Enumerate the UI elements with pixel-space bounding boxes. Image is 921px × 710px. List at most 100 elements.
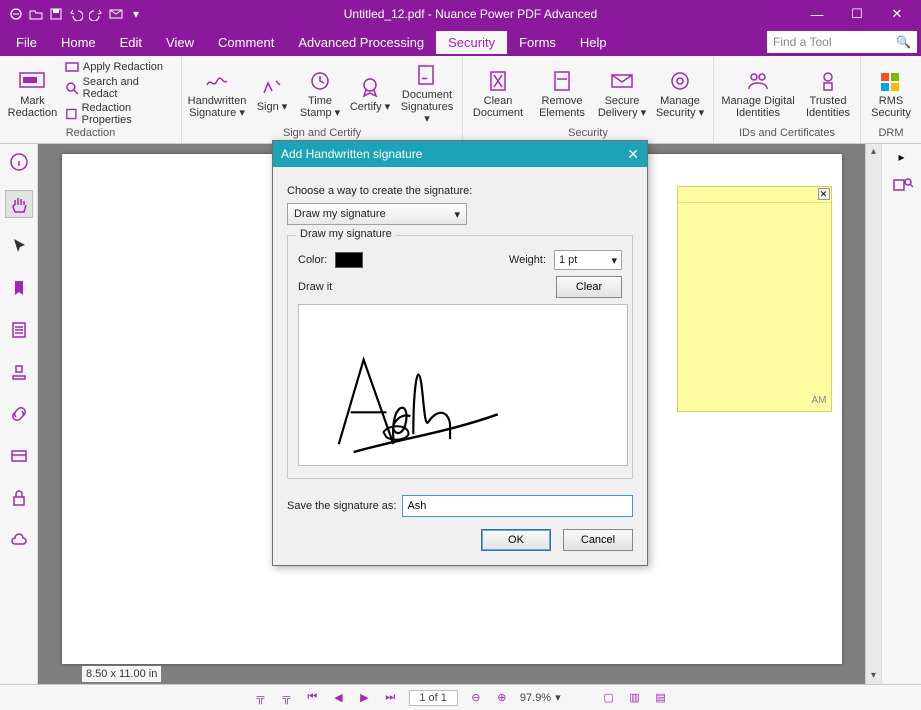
- statusbar: ╦ ╦ ⏮ ◀ ▶ ⏭ 1 of 1 ⊖ ⊕ 97.9% ▾ ▢ ▥ ▤: [0, 684, 921, 710]
- signature-method-select[interactable]: Draw my signature ▾: [287, 203, 467, 225]
- draw-signature-group: Draw my signature Color: Weight: 1 pt▾ D…: [287, 235, 633, 479]
- chevron-down-icon: ▾: [611, 254, 617, 267]
- choose-way-label: Choose a way to create the signature:: [287, 185, 633, 197]
- thumb-view2-icon[interactable]: ╦: [278, 690, 294, 706]
- right-toolbar: ▸: [881, 144, 921, 684]
- find-tool-input[interactable]: Find a Tool 🔍: [767, 31, 917, 53]
- group-legend: Draw my signature: [296, 228, 396, 240]
- scroll-down-icon[interactable]: ▾: [866, 668, 881, 684]
- search-redact-button[interactable]: Search and Redact: [65, 76, 175, 100]
- undo-icon[interactable]: [68, 6, 84, 22]
- ribbon-group-security: Security: [469, 127, 707, 141]
- color-picker[interactable]: [335, 252, 363, 268]
- handwritten-signature-button[interactable]: Handwritten Signature ▾: [188, 67, 246, 119]
- chevron-down-icon: ▾: [454, 208, 460, 221]
- redo-icon[interactable]: [88, 6, 104, 22]
- trusted-identities-button[interactable]: Trusted Identities: [802, 67, 854, 119]
- vertical-scrollbar[interactable]: ▴ ▾: [865, 144, 881, 684]
- apply-redaction-button[interactable]: Apply Redaction: [65, 60, 163, 74]
- sign-button[interactable]: Sign ▾: [252, 73, 292, 113]
- view-mode3-icon[interactable]: ▤: [653, 690, 669, 706]
- panel-search-icon[interactable]: [891, 174, 913, 196]
- sticky-note[interactable]: ✕ AM: [677, 186, 832, 412]
- manage-identities-button[interactable]: Manage Digital Identities: [720, 67, 796, 119]
- bookmark-tool-icon[interactable]: [5, 274, 33, 302]
- weight-select[interactable]: 1 pt▾: [554, 250, 622, 270]
- right-expand-icon[interactable]: ▸: [898, 150, 904, 164]
- page-tool-icon[interactable]: [5, 316, 33, 344]
- clean-document-button[interactable]: Clean Document: [469, 67, 527, 119]
- cancel-button[interactable]: Cancel: [563, 529, 633, 551]
- titlebar: ▾ Untitled_12.pdf - Nuance Power PDF Adv…: [0, 0, 921, 28]
- ribbon: Mark Redaction Apply Redaction Search an…: [0, 56, 921, 144]
- dialog-close-icon[interactable]: ✕: [627, 146, 639, 163]
- menu-advanced[interactable]: Advanced Processing: [286, 31, 436, 54]
- next-page-icon[interactable]: ▶: [356, 690, 372, 706]
- dialog-title: Add Handwritten signature: [281, 147, 422, 161]
- signature-canvas[interactable]: [298, 304, 628, 466]
- lock-tool-icon[interactable]: [5, 484, 33, 512]
- secure-delivery-button[interactable]: Secure Delivery ▾: [597, 67, 647, 119]
- close-button[interactable]: ✕: [877, 1, 917, 27]
- zoom-out-icon[interactable]: ⊖: [468, 690, 484, 706]
- minimize-button[interactable]: —: [797, 1, 837, 27]
- search-icon: 🔍: [896, 35, 911, 49]
- ribbon-group-sign: Sign and Certify: [188, 127, 456, 141]
- zoom-level[interactable]: 97.9% ▾: [520, 691, 561, 704]
- save-as-label: Save the signature as:: [287, 500, 396, 512]
- find-tool-placeholder: Find a Tool: [773, 35, 831, 49]
- cloud-tool-icon[interactable]: [5, 526, 33, 554]
- redaction-props-button[interactable]: Redaction Properties: [65, 102, 175, 126]
- mail-icon[interactable]: [108, 6, 124, 22]
- rms-security-button[interactable]: RMS Security: [867, 67, 915, 119]
- note-close-icon[interactable]: ✕: [818, 188, 830, 200]
- save-icon[interactable]: [48, 6, 64, 22]
- manage-security-button[interactable]: Manage Security ▾: [653, 67, 707, 119]
- info-tool-icon[interactable]: [5, 148, 33, 176]
- timestamp-button[interactable]: Time Stamp ▾: [298, 67, 342, 119]
- menu-forms[interactable]: Forms: [507, 31, 568, 54]
- qat-dropdown-icon[interactable]: ▾: [128, 6, 144, 22]
- certify-button[interactable]: Certify ▾: [348, 73, 392, 113]
- ok-button[interactable]: OK: [481, 529, 551, 551]
- menu-file[interactable]: File: [4, 31, 49, 54]
- page-dimensions: 8.50 x 11.00 in: [82, 666, 161, 682]
- dialog-titlebar[interactable]: Add Handwritten signature ✕: [273, 141, 647, 167]
- menu-home[interactable]: Home: [49, 31, 108, 54]
- drawit-label: Draw it: [298, 281, 332, 293]
- menu-view[interactable]: View: [154, 31, 206, 54]
- first-page-icon[interactable]: ⏮: [304, 690, 320, 706]
- menu-edit[interactable]: Edit: [108, 31, 154, 54]
- ribbon-group-drm: DRM: [867, 127, 915, 141]
- link-tool-icon[interactable]: [5, 400, 33, 428]
- view-mode1-icon[interactable]: ▢: [601, 690, 617, 706]
- left-toolbar: [0, 144, 38, 684]
- last-page-icon[interactable]: ⏭: [382, 690, 398, 706]
- prev-page-icon[interactable]: ◀: [330, 690, 346, 706]
- zoom-in-icon[interactable]: ⊕: [494, 690, 510, 706]
- menubar: File Home Edit View Comment Advanced Pro…: [0, 28, 921, 56]
- add-signature-dialog: Add Handwritten signature ✕ Choose a way…: [272, 140, 648, 566]
- page-indicator[interactable]: 1 of 1: [408, 690, 458, 706]
- note-timestamp: AM: [678, 393, 831, 408]
- hand-tool-icon[interactable]: [5, 190, 33, 218]
- select-tool-icon[interactable]: [5, 232, 33, 260]
- app-icon: [8, 6, 24, 22]
- thumb-view-icon[interactable]: ╦: [252, 690, 268, 706]
- doc-signatures-button[interactable]: Document Signatures ▾: [398, 61, 456, 125]
- maximize-button[interactable]: ☐: [837, 1, 877, 27]
- stamp-tool-icon[interactable]: [5, 358, 33, 386]
- clear-button[interactable]: Clear: [556, 276, 622, 298]
- form-tool-icon[interactable]: [5, 442, 33, 470]
- menu-help[interactable]: Help: [568, 31, 619, 54]
- ribbon-group-redaction: Redaction: [6, 127, 175, 141]
- quick-access-toolbar: ▾: [4, 6, 144, 22]
- view-mode2-icon[interactable]: ▥: [627, 690, 643, 706]
- scroll-up-icon[interactable]: ▴: [866, 144, 881, 160]
- remove-elements-button[interactable]: Remove Elements: [533, 67, 591, 119]
- menu-comment[interactable]: Comment: [206, 31, 286, 54]
- signature-name-input[interactable]: [402, 495, 633, 517]
- mark-redaction-button[interactable]: Mark Redaction: [6, 67, 59, 119]
- open-icon[interactable]: [28, 6, 44, 22]
- menu-security[interactable]: Security: [436, 31, 507, 54]
